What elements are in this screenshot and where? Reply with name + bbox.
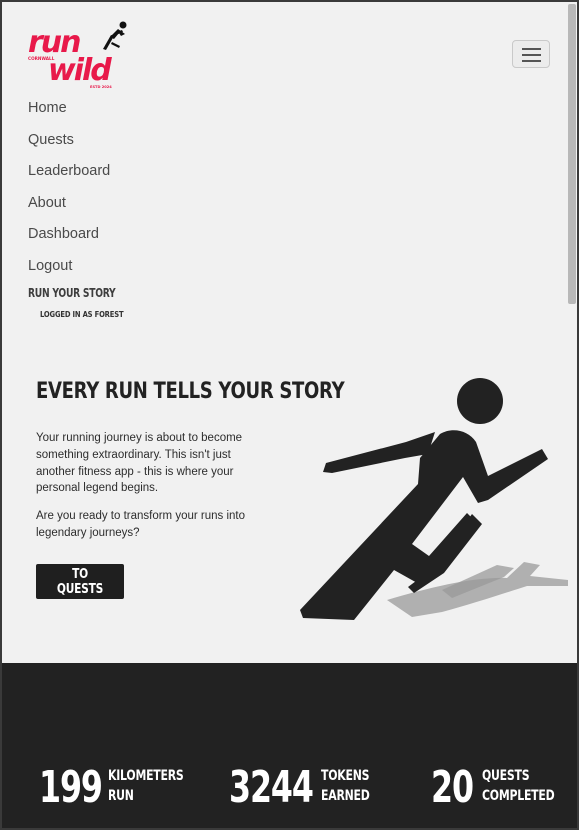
stat-label: TOKENS EARNED bbox=[321, 766, 370, 806]
hamburger-icon bbox=[522, 48, 541, 50]
logged-in-status: LOGGED IN AS FOREST bbox=[40, 310, 124, 319]
nav-quests[interactable]: Quests bbox=[28, 129, 110, 161]
logo-runner-icon bbox=[103, 21, 127, 50]
nav-tagline: RUN YOUR STORY bbox=[28, 286, 116, 300]
stat-label-line2: COMPLETED bbox=[482, 788, 555, 804]
page: run wild CORNWALL ESTD 2024 Home Quests … bbox=[2, 2, 577, 828]
nav-about[interactable]: About bbox=[28, 192, 110, 224]
hero-paragraph-1: Your running journey is about to become … bbox=[36, 432, 243, 495]
stat-label-line2: RUN bbox=[108, 788, 134, 804]
hero-paragraph-2: Are you ready to transform your runs int… bbox=[36, 510, 246, 539]
menu-toggle-button[interactable] bbox=[512, 40, 550, 68]
main-nav: Home Quests Leaderboard About Dashboard … bbox=[28, 97, 110, 286]
stat-label: QUESTS COMPLETED bbox=[482, 766, 555, 806]
stat-label: KILOMETERS RUN bbox=[108, 766, 184, 806]
stat-label-line1: KILOMETERS bbox=[108, 768, 184, 784]
stat-label-line2: EARNED bbox=[321, 788, 370, 804]
nav-home[interactable]: Home bbox=[28, 97, 110, 129]
nav-dashboard[interactable]: Dashboard bbox=[28, 223, 110, 255]
run-wild-logo[interactable]: run wild CORNWALL ESTD 2024 bbox=[26, 20, 131, 92]
nav-leaderboard[interactable]: Leaderboard bbox=[28, 160, 110, 192]
logo-est: ESTD 2024 bbox=[90, 85, 112, 89]
scrollbar-thumb[interactable] bbox=[568, 4, 576, 304]
logo-region: CORNWALL bbox=[28, 56, 55, 61]
stat-value: 3244 bbox=[229, 762, 314, 813]
hamburger-icon-bar bbox=[522, 60, 541, 62]
nav-logout[interactable]: Logout bbox=[28, 255, 110, 287]
runner-icon bbox=[300, 378, 568, 620]
to-quests-label: TO QUESTS bbox=[56, 566, 104, 597]
to-quests-button[interactable]: TO QUESTS bbox=[36, 564, 124, 599]
stats-band: 199 KILOMETERS RUN 3244 TOKENS EARNED 20… bbox=[2, 663, 577, 828]
stat-label-line1: TOKENS bbox=[321, 768, 370, 784]
stat-value: 199 bbox=[39, 762, 103, 813]
stat-label-line1: QUESTS bbox=[482, 768, 530, 784]
stat-value: 20 bbox=[431, 762, 474, 813]
hamburger-icon-bar bbox=[522, 54, 541, 56]
logo-word-wild: wild bbox=[48, 53, 112, 88]
